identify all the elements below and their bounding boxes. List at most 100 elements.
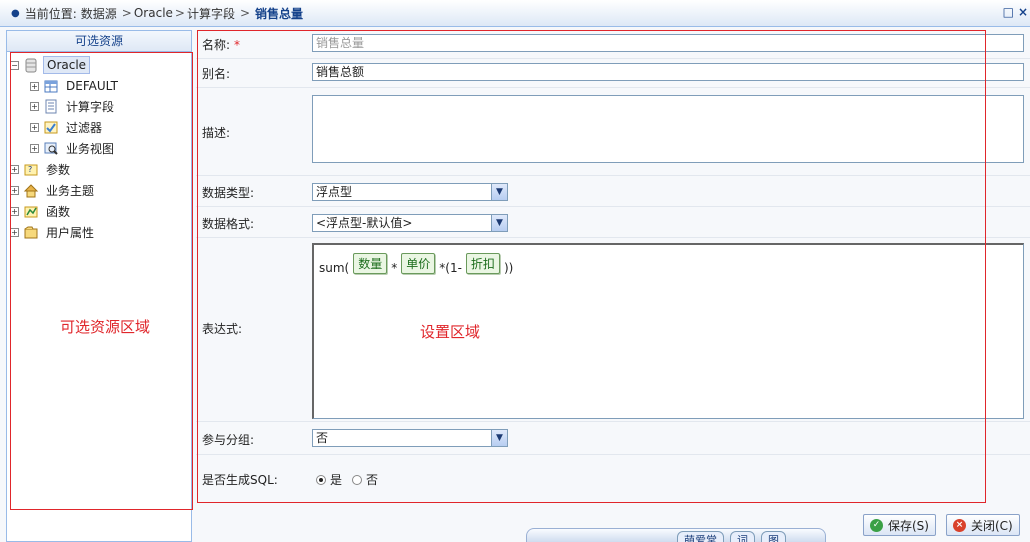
annotation-label-resources: 可选资源区域 xyxy=(60,318,151,336)
breadcrumb-separator: > xyxy=(121,6,132,20)
tree-node-computed-field[interactable]: + 计算字段 xyxy=(30,97,117,115)
form-row-data-type: 数据类型: 浮点型 ▼ xyxy=(196,176,1030,207)
expand-icon[interactable]: + xyxy=(10,185,19,195)
name-label: 名称: * xyxy=(202,38,241,52)
tree-node-label[interactable]: 过滤器 xyxy=(63,118,105,137)
field-token-unit-price[interactable]: 单价 xyxy=(401,253,436,274)
ime-toolbar[interactable]: 萌爱常 词 图 xyxy=(526,528,826,542)
radio-no[interactable]: 否 xyxy=(352,471,378,488)
user-attribute-icon xyxy=(23,225,39,240)
chevron-down-icon[interactable]: ▼ xyxy=(491,184,507,200)
data-type-select[interactable]: 浮点型 ▼ xyxy=(312,183,508,201)
radio-label: 是 xyxy=(330,473,343,487)
location-dot-icon: ● xyxy=(11,7,20,19)
save-button[interactable]: ✓ 保存(S) xyxy=(863,514,936,536)
ime-item[interactable]: 词 xyxy=(730,531,755,542)
table-icon xyxy=(43,79,59,94)
breadcrumb-bar: ● 当前位置: 数据源 > Oracle > 计算字段 > 销售总量 □ × xyxy=(0,0,1030,27)
expression-editor[interactable]: sum( 数量 * 单价 *(1- 折扣 )) xyxy=(312,243,1024,419)
expression-text: * xyxy=(391,260,398,275)
tree-node-business-theme[interactable]: + 业务主题 xyxy=(10,181,97,199)
description-textarea[interactable] xyxy=(312,95,1024,163)
expression-text: )) xyxy=(503,260,514,275)
tree-node-label[interactable]: 参数 xyxy=(43,160,73,179)
name-input[interactable]: 销售总量 xyxy=(312,34,1024,52)
expand-icon[interactable]: + xyxy=(30,81,39,91)
form-row-expression: 表达式: sum( 数量 * 单价 *(1- 折扣 )) xyxy=(196,238,1030,422)
breadcrumb-item-datasource[interactable]: 数据源 xyxy=(81,5,117,22)
radio-yes[interactable]: 是 xyxy=(316,471,342,488)
expand-icon[interactable]: + xyxy=(10,227,19,237)
ime-mode[interactable]: 萌爱常 xyxy=(677,531,724,542)
expand-icon[interactable]: + xyxy=(30,101,39,111)
tree-node-label[interactable]: 业务主题 xyxy=(43,181,97,200)
breadcrumb-separator: > xyxy=(239,6,251,20)
expression-text: sum( xyxy=(319,260,350,275)
form-row-generate-sql: 是否生成SQL: 是 否 xyxy=(196,455,1030,503)
close-button-label: 关闭(C) xyxy=(971,518,1013,533)
tree-node-label[interactable]: 用户属性 xyxy=(43,223,97,242)
expand-icon[interactable]: + xyxy=(10,164,19,174)
maximize-icon[interactable]: □ xyxy=(1003,5,1014,19)
field-token-quantity[interactable]: 数量 xyxy=(353,253,388,274)
tree-node-parameter[interactable]: + ? 参数 xyxy=(10,160,73,178)
tree-node-label[interactable]: DEFAULT xyxy=(63,78,121,94)
radio-selected-icon[interactable] xyxy=(316,474,326,485)
form-row-alias: 别名: 销售总额 xyxy=(196,59,1030,88)
breadcrumb-prefix: 当前位置: xyxy=(24,6,77,21)
collapse-icon[interactable]: − xyxy=(10,60,19,70)
data-format-select[interactable]: <浮点型-默认值> ▼ xyxy=(312,214,508,232)
parameter-icon: ? xyxy=(23,162,39,177)
ime-item[interactable]: 图 xyxy=(761,531,786,542)
tree-node-label[interactable]: 函数 xyxy=(43,202,73,221)
svg-text:?: ? xyxy=(28,165,32,174)
close-icon[interactable]: × xyxy=(1018,5,1028,19)
tree-node-label[interactable]: 计算字段 xyxy=(63,97,117,116)
required-mark: * xyxy=(234,38,241,52)
database-icon xyxy=(23,58,39,73)
breadcrumb-separator: > xyxy=(174,6,185,20)
generate-sql-radio-group: 是 否 xyxy=(316,471,388,488)
field-token-discount[interactable]: 折扣 xyxy=(465,253,500,274)
radio-unselected-icon[interactable] xyxy=(352,474,363,485)
grouping-value: 否 xyxy=(316,431,329,445)
tree-node-default[interactable]: + DEFAULT xyxy=(30,77,121,95)
expand-icon[interactable]: + xyxy=(30,143,39,153)
function-icon xyxy=(23,204,39,219)
expression-label: 表达式: xyxy=(202,322,243,336)
expand-icon[interactable]: + xyxy=(10,206,19,216)
tree-node-filter[interactable]: + 过滤器 xyxy=(30,118,105,136)
tree-node-business-view[interactable]: + 业务视图 xyxy=(30,139,117,157)
close-button[interactable]: × 关闭(C) xyxy=(946,514,1020,536)
chevron-down-icon[interactable]: ▼ xyxy=(491,430,507,446)
tree-node-label[interactable]: 业务视图 xyxy=(63,139,117,158)
tree-node-oracle[interactable]: − Oracle xyxy=(10,56,91,74)
chevron-down-icon[interactable]: ▼ xyxy=(491,215,507,231)
tree-node-function[interactable]: + 函数 xyxy=(10,202,73,220)
grouping-select[interactable]: 否 ▼ xyxy=(312,429,508,447)
filter-icon xyxy=(43,120,59,135)
breadcrumb-item-computed-field[interactable]: 计算字段 xyxy=(187,5,235,22)
form-row-name: 名称: * 销售总量 xyxy=(196,30,1030,59)
data-type-value: 浮点型 xyxy=(316,185,353,199)
data-format-label: 数据格式: xyxy=(202,217,255,231)
resource-panel-title: 可选资源 xyxy=(7,31,191,52)
grouping-label: 参与分组: xyxy=(202,433,255,447)
description-label: 描述: xyxy=(202,126,231,140)
radio-label: 否 xyxy=(366,473,379,487)
tree-node-user-attribute[interactable]: + 用户属性 xyxy=(10,223,97,241)
view-icon xyxy=(43,141,59,156)
document-icon xyxy=(43,99,59,114)
tree-node-label[interactable]: Oracle xyxy=(43,56,91,74)
generate-sql-label: 是否生成SQL: xyxy=(202,473,278,487)
form-row-grouping: 参与分组: 否 ▼ xyxy=(196,422,1030,455)
alias-label: 别名: xyxy=(202,67,231,81)
alias-input[interactable]: 销售总额 xyxy=(312,63,1024,81)
breadcrumb-current: 销售总量 xyxy=(255,6,304,21)
expression-content: sum( 数量 * 单价 *(1- 折扣 )) xyxy=(318,253,514,278)
expand-icon[interactable]: + xyxy=(30,122,39,132)
resource-panel: 可选资源 − Oracle + DEFAULT + 计算字段 + 过滤器 + 业… xyxy=(6,30,192,542)
save-button-label: 保存(S) xyxy=(888,518,929,533)
form-row-data-format: 数据格式: <浮点型-默认值> ▼ xyxy=(196,207,1030,238)
breadcrumb-item-oracle[interactable]: Oracle xyxy=(134,6,173,20)
